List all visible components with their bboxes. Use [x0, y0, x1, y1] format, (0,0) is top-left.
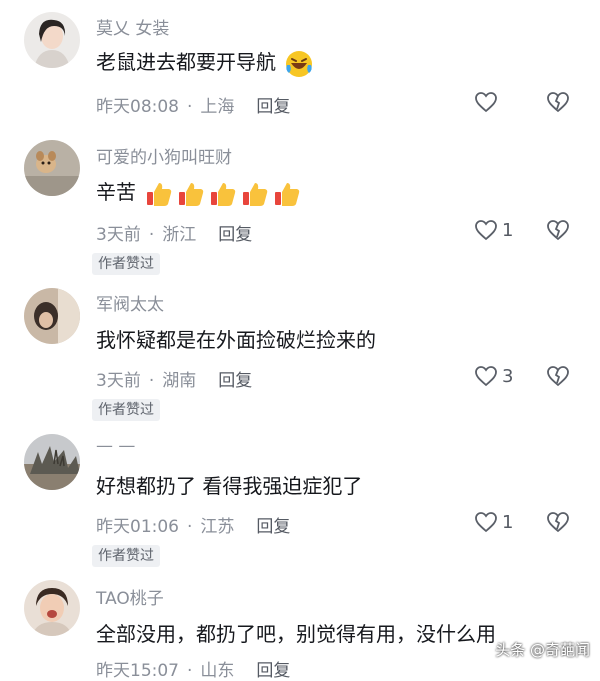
- comment-text-content: 老鼠进去都要开导航: [96, 50, 276, 74]
- username[interactable]: TAO桃子: [96, 584, 164, 609]
- broken-heart-icon: [547, 366, 569, 387]
- watermark: 头条 @奇葩闻: [495, 641, 590, 659]
- avatar[interactable]: [24, 140, 80, 196]
- comment-location: 山东: [200, 661, 235, 681]
- comment-text: 老鼠进去都要开导航: [96, 46, 316, 79]
- username[interactable]: 莫乂 女装: [96, 14, 169, 39]
- laughing-crying-emoji: [284, 49, 314, 79]
- dislike-button[interactable]: [546, 218, 570, 242]
- like-button[interactable]: 3: [474, 365, 513, 387]
- thumbs-up-emoji: [240, 179, 270, 209]
- heart-icon: [475, 512, 497, 533]
- comment-time: 昨天01:06: [96, 517, 179, 537]
- heart-icon: [475, 92, 497, 113]
- comment-text-content: 好想都扔了 看得我强迫症犯了: [96, 474, 363, 498]
- comment-meta: 3天前 · 湖南 回复: [96, 371, 253, 391]
- comment-location: 江苏: [200, 517, 235, 537]
- like-count: 1: [502, 511, 514, 533]
- comment-text: 全部没用，都扔了吧，别觉得有用，没什么用: [96, 618, 496, 647]
- comment-time: 昨天08:08: [96, 97, 179, 117]
- avatar[interactable]: [24, 434, 80, 490]
- author-liked-badge: 作者赞过: [92, 399, 160, 421]
- like-button[interactable]: 1: [474, 219, 513, 241]
- dislike-button[interactable]: [546, 90, 570, 114]
- thumbs-up-emoji: [208, 179, 238, 209]
- dislike-button[interactable]: [546, 510, 570, 534]
- reply-button[interactable]: 回复: [256, 661, 290, 681]
- like-count: 3: [502, 365, 514, 387]
- thumbs-up-emoji: [176, 179, 206, 209]
- comment-meta: 昨天01:06 · 江苏 回复: [96, 517, 291, 537]
- reply-button[interactable]: 回复: [218, 371, 252, 391]
- like-button[interactable]: 1: [474, 511, 513, 533]
- comment-meta: 昨天08:08 · 上海 回复: [96, 97, 291, 117]
- comment-time: 昨天15:07: [96, 661, 179, 681]
- comment-location: 上海: [200, 97, 235, 117]
- author-liked-badge: 作者赞过: [92, 545, 160, 567]
- username[interactable]: — —: [96, 436, 135, 456]
- comment-text: 我怀疑都是在外面捡破烂捡来的: [96, 324, 376, 353]
- heart-icon: [475, 220, 497, 241]
- reply-button[interactable]: 回复: [218, 225, 252, 245]
- like-count: 1: [502, 219, 514, 241]
- comment-text-content: 辛苦: [96, 180, 136, 204]
- comment-text-content: 全部没用，都扔了吧，别觉得有用，没什么用: [96, 622, 496, 646]
- comment-text-content: 我怀疑都是在外面捡破烂捡来的: [96, 328, 376, 352]
- comment-meta: 3天前 · 浙江 回复: [96, 225, 253, 245]
- heart-icon: [475, 366, 497, 387]
- comment-time: 3天前: [96, 371, 141, 391]
- username[interactable]: 可爱的小狗叫旺财: [96, 143, 232, 168]
- thumbs-up-emoji: [272, 179, 302, 209]
- comment-text: 辛苦: [96, 176, 304, 209]
- comment-text: 好想都扔了 看得我强迫症犯了: [96, 470, 362, 499]
- comment-location: 浙江: [162, 225, 197, 245]
- comment-meta: 昨天15:07 · 山东 回复: [96, 661, 291, 681]
- broken-heart-icon: [547, 220, 569, 241]
- reply-button[interactable]: 回复: [256, 97, 290, 117]
- reply-button[interactable]: 回复: [256, 517, 290, 537]
- comment-time: 3天前: [96, 225, 141, 245]
- username[interactable]: 军阀太太: [96, 290, 164, 315]
- avatar[interactable]: [24, 580, 80, 636]
- comment-location: 湖南: [162, 371, 197, 391]
- thumbs-up-emoji: [144, 179, 174, 209]
- author-liked-badge: 作者赞过: [92, 253, 160, 275]
- dislike-button[interactable]: [546, 364, 570, 388]
- avatar[interactable]: [24, 12, 80, 68]
- like-button[interactable]: [474, 91, 502, 113]
- broken-heart-icon: [547, 92, 569, 113]
- avatar[interactable]: [24, 288, 80, 344]
- broken-heart-icon: [547, 512, 569, 533]
